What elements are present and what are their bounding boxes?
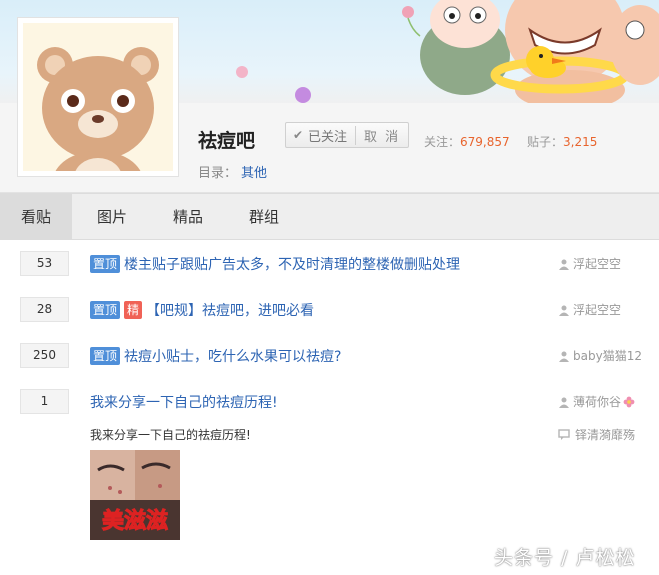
thread-title[interactable]: 【吧规】祛痘吧，进吧必看 [146,300,314,320]
tab-posts[interactable]: 看贴 [0,194,72,240]
flower-icon [623,396,635,407]
followed-label: 已关注 [308,125,357,145]
reply-count: 250 [20,343,69,368]
followers-count: 679,857 [460,135,510,149]
forum-name: 祛痘吧 [198,130,256,152]
thread-author[interactable]: 浮起空空 [558,251,621,276]
comment-icon [558,428,570,440]
directory-link[interactable]: 其他 [241,166,267,181]
thread-author[interactable]: 薄荷你谷 [558,389,638,414]
reply-count: 1 [20,389,69,414]
user-icon [559,397,569,408]
posts-stat: 贴子：3,215 [527,133,597,150]
tab-featured[interactable]: 精品 [152,194,224,240]
directory-label: 目录： [198,166,238,181]
pinned-badge: 置顶 [90,346,121,365]
last-reply[interactable]: 铎清漪靡殇 [558,426,635,443]
followers-stat: 关注：679,857 [424,133,510,150]
pinned-badge: 置顶 [90,254,121,273]
author-name: 浮起空空 [573,303,622,317]
thread-excerpt: 我来分享一下自己的祛痘历程! [90,428,251,442]
followers-label: 关注： [424,135,461,149]
forum-tabs: 看贴 图片 精品 群组 [0,193,659,240]
posts-label: 贴子： [527,135,564,149]
thread-author[interactable]: 浮起空空 [558,297,621,322]
check-icon: ✔ [292,128,304,142]
thumbnail-text: 美滋滋 [102,508,168,534]
featured-badge: 精 [124,300,143,319]
forum-avatar[interactable] [17,17,179,177]
posts-count: 3,215 [563,135,598,149]
directory: 目录： 其他 [198,162,267,181]
thread-thumbnail[interactable]: 美滋滋 [90,450,180,540]
author-name: 薄荷你谷 [573,395,622,409]
thread-title[interactable]: 楼主贴子跟贴广告太多，不及时清理的整楼做删贴处理 [124,254,460,274]
tab-images[interactable]: 图片 [72,194,152,240]
author-name: 浮起空空 [573,257,622,271]
bear-avatar-image [23,23,173,171]
last-reply-name: 铎清漪靡殇 [575,428,636,442]
author-name: baby猫猫12 [573,349,642,363]
user-icon [559,351,569,362]
watermark: 头条号 / 卢松松 [494,547,636,569]
thread-title[interactable]: 祛痘小贴士，吃什么水果可以祛痘? [124,346,341,366]
reply-count: 28 [20,297,69,322]
user-icon [559,305,569,316]
thread-author[interactable]: baby猫猫12 [558,343,642,368]
pinned-badge: 置顶 [90,300,121,319]
user-icon [559,259,569,270]
follow-button[interactable]: ✔ 已关注 取 消 [285,122,409,148]
unfollow-button[interactable]: 取 消 [356,126,400,145]
tab-groups[interactable]: 群组 [224,194,304,240]
reply-count: 53 [20,251,69,276]
thread-title[interactable]: 我来分享一下自己的祛痘历程! [90,392,278,412]
